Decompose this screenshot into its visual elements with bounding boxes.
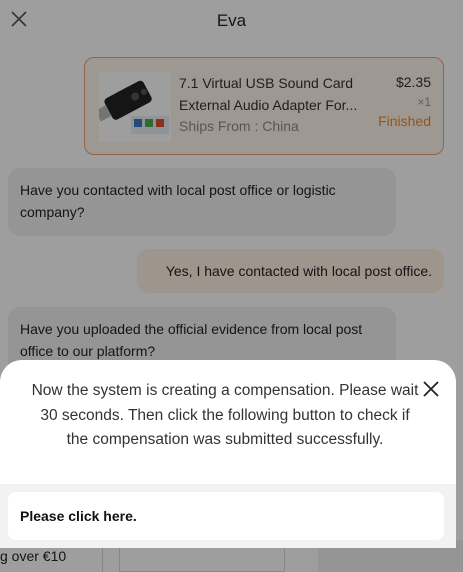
close-icon[interactable] xyxy=(422,380,440,398)
compensation-popup: Now the system is creating a compensatio… xyxy=(0,360,456,548)
check-compensation-button[interactable]: Please click here. xyxy=(8,492,444,540)
popup-message: Now the system is creating a compensatio… xyxy=(31,382,419,448)
popup-action-area: Please click here. xyxy=(0,484,456,548)
